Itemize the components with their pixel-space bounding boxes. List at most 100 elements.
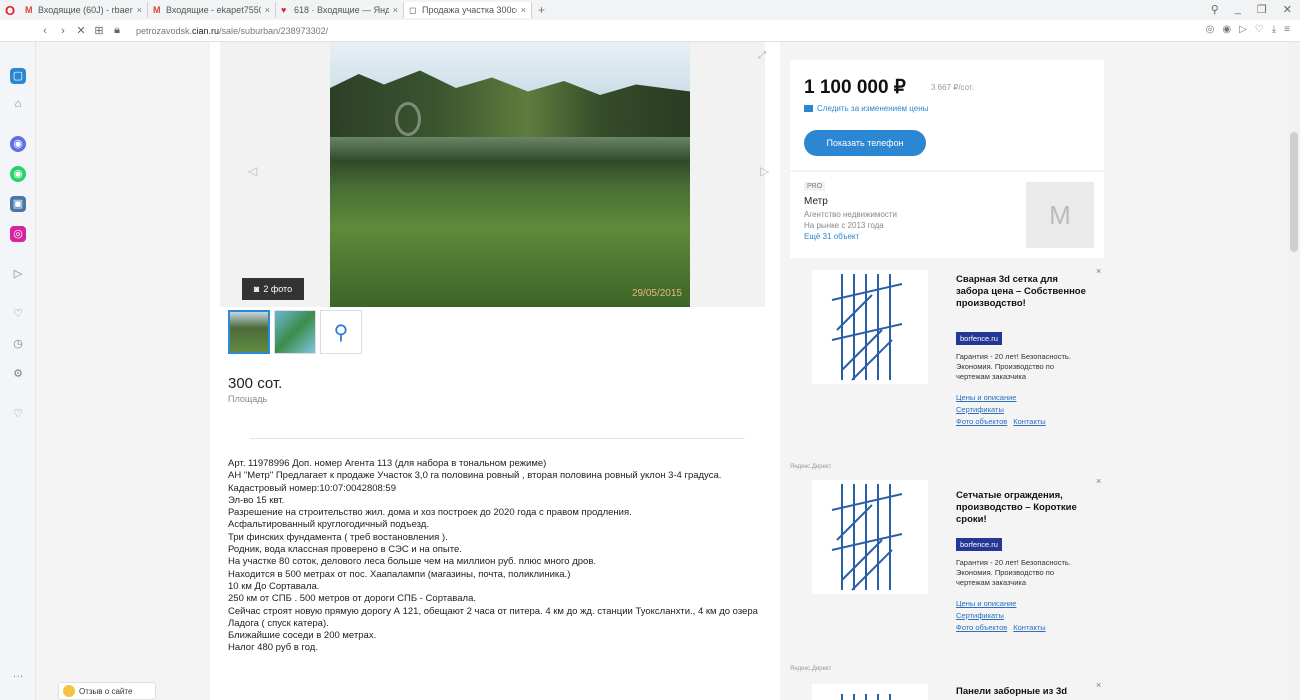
- gmail-icon: M: [153, 5, 161, 15]
- pro-badge: PRO: [804, 182, 826, 191]
- vk-icon[interactable]: ▣: [10, 196, 26, 212]
- desc-line: Родник, вода классная проверено в СЭС и …: [228, 544, 462, 556]
- browser-tab[interactable]: M Входящие - ekapet7550 ×: [148, 2, 276, 18]
- ad-title[interactable]: Сетчатые ограждения, производство – Коро…: [956, 490, 1086, 526]
- thumbnail-photo-2[interactable]: [274, 310, 316, 354]
- thumbnail-photo-1[interactable]: [228, 310, 270, 354]
- desc-line: Эл-во 15 квт.: [228, 494, 285, 506]
- messenger-icon[interactable]: ◉: [10, 136, 26, 152]
- photo-trees: [330, 70, 690, 137]
- area-value: 300 сот.: [228, 375, 283, 392]
- lock-icon: 🔒︎: [114, 24, 120, 36]
- flow-icon[interactable]: ▷: [1239, 24, 1247, 35]
- ad-link[interactable]: Цены и описание: [956, 393, 1016, 402]
- close-icon[interactable]: ×: [265, 5, 270, 15]
- settings-icon[interactable]: ⚙: [10, 366, 26, 382]
- thumbnails: ⚲: [228, 310, 362, 354]
- ad-block[interactable]: × Сварная 3d сетка для забора цена – Соб…: [790, 264, 1104, 464]
- browser-sidebar: ▢ ⌂ ◉ ◉ ▣ ◎ ▷ ♡ ◷ ⚙ ♡ …: [0, 42, 36, 700]
- ad-image-fence[interactable]: [812, 684, 928, 700]
- photo-count-button[interactable]: ◙ 2 фото: [242, 278, 304, 300]
- ad-link[interactable]: Цены и описание: [956, 599, 1016, 608]
- agent-name[interactable]: Метр: [804, 196, 828, 207]
- follow-price-link[interactable]: Следить за изменением цены: [804, 104, 928, 113]
- history-icon[interactable]: ◷: [10, 336, 26, 352]
- search-icon[interactable]: ⚲: [1211, 3, 1219, 16]
- desc-line: Находится в 500 метрах от пос. Хаапаламп…: [228, 568, 571, 580]
- ad-image-fence[interactable]: [812, 270, 928, 384]
- ad-link[interactable]: Фото объектов: [956, 623, 1007, 632]
- browser-tab[interactable]: ♥ 618 · Входящие — Яндек ×: [276, 2, 404, 18]
- photo-gallery: 29/05/2015 ◁ ▷ ⤢ ◙ 2 фото: [220, 42, 769, 307]
- minimize-icon[interactable]: _: [1235, 3, 1241, 16]
- close-icon[interactable]: ×: [521, 5, 526, 15]
- send-icon[interactable]: ▷: [10, 266, 26, 282]
- url-field[interactable]: petrozavodsk.cian.ru/sale/suburban/23897…: [136, 26, 328, 36]
- ad-block[interactable]: × Панели заборные из 3d: [790, 678, 1104, 700]
- prev-photo-icon[interactable]: ◁: [248, 164, 257, 178]
- next-photo-icon[interactable]: ▷: [760, 164, 769, 178]
- desc-line: АН "Метр" Предлагает к продаже Участок 3…: [228, 470, 722, 482]
- ad-close-icon[interactable]: ×: [1096, 266, 1101, 276]
- new-tab-button[interactable]: +: [538, 3, 545, 17]
- ad-link[interactable]: Контакты: [1013, 623, 1045, 632]
- ad-link[interactable]: Фото объектов: [956, 417, 1007, 426]
- window-controls: ⚲ _ ❐ ✕: [1211, 3, 1292, 16]
- price-value: 1 100 000 ₽: [804, 77, 906, 98]
- opera-logo-icon[interactable]: O: [0, 3, 20, 18]
- heart-sidebar-icon[interactable]: ♡: [10, 306, 26, 322]
- forward-icon[interactable]: ›: [54, 25, 72, 37]
- feedback-button[interactable]: Отзыв о сайте: [58, 682, 156, 700]
- ad-link[interactable]: Контакты: [1013, 417, 1045, 426]
- instagram-icon[interactable]: ◎: [10, 226, 26, 242]
- shield-icon[interactable]: ◉: [1222, 24, 1231, 35]
- price-per-unit: 3 667 ₽/сот.: [931, 83, 974, 92]
- speed-dial-sidebar-icon[interactable]: ▢: [10, 68, 26, 84]
- ad-link[interactable]: Сертификаты: [956, 611, 1004, 620]
- close-icon[interactable]: ×: [137, 5, 142, 15]
- home-icon[interactable]: ⌂: [10, 96, 26, 112]
- yandex-mail-icon: ♥: [281, 5, 287, 15]
- ad-domain[interactable]: borfence.ru: [956, 332, 1002, 345]
- camera-icon[interactable]: ◎: [1206, 24, 1215, 35]
- heart-icon[interactable]: ♡: [1255, 24, 1264, 35]
- listing-description: Арт. 11978996 Доп. номер Агента 113 (для…: [228, 458, 763, 655]
- ad-domain[interactable]: borfence.ru: [956, 538, 1002, 551]
- agent-type: Агентство недвижимости: [804, 210, 897, 219]
- expand-icon[interactable]: ⤢: [758, 50, 766, 61]
- tab-title: 618 · Входящие — Яндек: [294, 5, 389, 15]
- close-window-icon[interactable]: ✕: [1283, 3, 1292, 16]
- ad-title[interactable]: Сварная 3d сетка для забора цена – Собст…: [956, 274, 1086, 310]
- ad-link[interactable]: Сертификаты: [956, 405, 1004, 414]
- agent-card[interactable]: PRO Метр Агентство недвижимости На рынке…: [790, 172, 1104, 258]
- browser-tab[interactable]: M Входящие (60J) - rbaenko ×: [20, 2, 148, 18]
- photo-date: 29/05/2015: [631, 288, 682, 299]
- whatsapp-icon[interactable]: ◉: [10, 166, 26, 182]
- ad-image-fence[interactable]: [812, 480, 928, 594]
- watermark-pin-icon: [395, 102, 421, 136]
- restore-icon[interactable]: ❐: [1257, 3, 1267, 16]
- download-icon[interactable]: ⤓: [1272, 24, 1276, 35]
- ad-close-icon[interactable]: ×: [1096, 476, 1101, 486]
- speed-dial-icon[interactable]: ⊞: [90, 24, 108, 37]
- listing-photo[interactable]: 29/05/2015: [330, 42, 690, 307]
- area-label: Площадь: [228, 394, 268, 404]
- ad-close-icon[interactable]: ×: [1096, 680, 1101, 690]
- close-icon[interactable]: ×: [393, 5, 398, 15]
- scrollbar-thumb[interactable]: [1290, 132, 1298, 252]
- agent-logo[interactable]: М: [1026, 182, 1094, 248]
- more-icon[interactable]: …: [10, 666, 26, 682]
- agent-more-link[interactable]: Ещё 31 объект: [804, 232, 859, 241]
- map-pin-icon[interactable]: ⚲: [320, 310, 362, 354]
- show-phone-button[interactable]: Показать телефон: [804, 130, 926, 156]
- ad-block[interactable]: × Сетчатые ограждения, производство – Ко…: [790, 474, 1104, 674]
- ad-title[interactable]: Панели заборные из 3d: [956, 686, 1086, 698]
- menu-icon[interactable]: ≡: [1284, 24, 1290, 35]
- tab-title: Продажа участка 300сот.: [422, 5, 517, 15]
- page-scrollbar[interactable]: [1288, 42, 1300, 700]
- browser-tab-active[interactable]: ◻ Продажа участка 300сот. ×: [404, 2, 532, 18]
- stop-icon[interactable]: ✕: [72, 24, 90, 37]
- agent-since: На рынке с 2013 года: [804, 221, 884, 230]
- tips-icon[interactable]: ♡: [10, 406, 26, 422]
- back-icon[interactable]: ‹: [36, 25, 54, 37]
